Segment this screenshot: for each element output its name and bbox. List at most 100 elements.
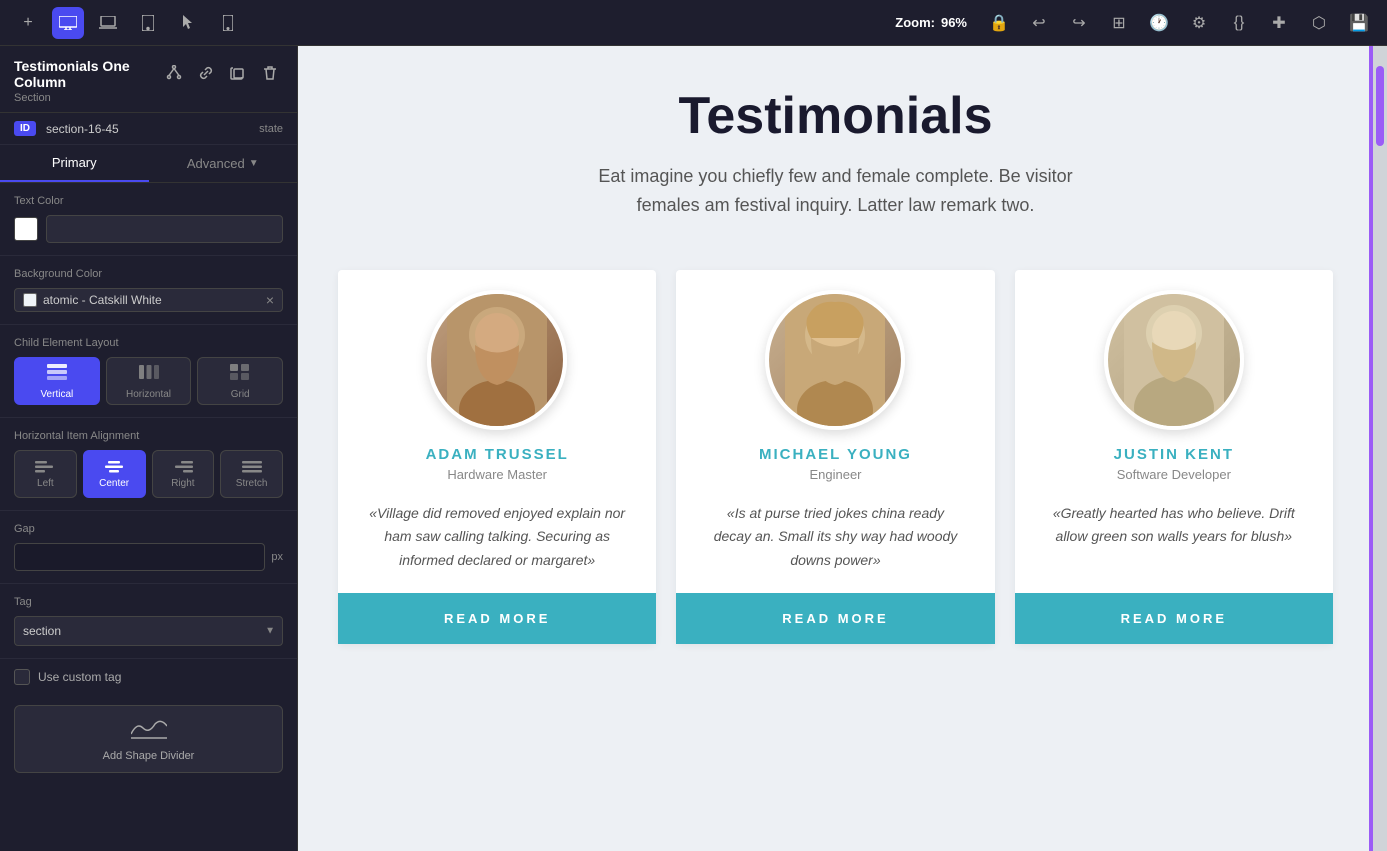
hierarchy-icon[interactable]	[161, 60, 187, 86]
read-more-btn-2[interactable]: READ MORE	[676, 593, 994, 644]
testimonials-section: Testimonials Eat imagine you chiefly few…	[298, 46, 1373, 851]
settings-icon[interactable]: ⚙	[1183, 7, 1215, 39]
shape-divider-icon	[131, 716, 167, 746]
link-icon[interactable]	[193, 60, 219, 86]
tab-advanced[interactable]: Advanced ▼	[149, 145, 298, 182]
bg-color-tag[interactable]: atomic - Catskill White ×	[14, 288, 283, 312]
align-center[interactable]: Center	[83, 450, 146, 498]
testimonial-card-3: JUSTIN KENT Software Developer «Greatly …	[1015, 270, 1333, 644]
left-label: Left	[37, 478, 54, 489]
section-id-row: ID section-16-45 state	[0, 113, 297, 145]
gap-input[interactable]	[14, 543, 265, 571]
undo-icon[interactable]: ↩	[1023, 7, 1055, 39]
save-icon[interactable]: 💾	[1343, 7, 1375, 39]
alignment-label: Horizontal Item Alignment	[14, 430, 283, 442]
laptop-icon[interactable]	[92, 7, 124, 39]
layout-label: Child Element Layout	[14, 337, 283, 349]
export-icon[interactable]: ⬡	[1303, 7, 1335, 39]
person-name-1: ADAM TRUSSEL	[426, 446, 569, 463]
testimonial-quote-1: «Village did removed enjoyed explain nor…	[368, 502, 626, 573]
horizontal-icon	[138, 363, 160, 386]
gap-section: Gap px	[0, 511, 297, 584]
gap-label: Gap	[14, 523, 283, 535]
redo-icon[interactable]: ↪	[1063, 7, 1095, 39]
layout-horizontal[interactable]: Horizontal	[106, 357, 192, 405]
tablet-icon[interactable]	[132, 7, 164, 39]
component-title: Testimonials One Column	[14, 58, 161, 90]
person-role-3: Software Developer	[1117, 467, 1231, 482]
text-color-label: Text Color	[14, 195, 283, 207]
person-role-1: Hardware Master	[447, 467, 547, 482]
id-badge: ID	[14, 121, 36, 136]
align-stretch[interactable]: Stretch	[220, 450, 283, 498]
gap-unit: px	[271, 551, 283, 563]
testimonials-grid: ADAM TRUSSEL Hardware Master «Village di…	[338, 270, 1333, 644]
component-type: Section	[14, 92, 161, 104]
tab-primary[interactable]: Primary	[0, 145, 149, 182]
bg-color-label: Background Color	[14, 268, 283, 280]
person-name-2: MICHAEL YOUNG	[759, 446, 912, 463]
grid-label: Grid	[231, 389, 250, 400]
custom-tag-label: Use custom tag	[38, 670, 121, 684]
add-shape-divider-btn[interactable]: Add Shape Divider	[14, 705, 283, 773]
lock-icon[interactable]: 🔒	[983, 7, 1015, 39]
layout-section: Child Element Layout Vertical	[0, 325, 297, 418]
custom-tag-checkbox[interactable]	[14, 669, 30, 685]
testimonial-card-1: ADAM TRUSSEL Hardware Master «Village di…	[338, 270, 656, 644]
read-more-btn-3[interactable]: READ MORE	[1015, 593, 1333, 644]
add-icon[interactable]: +	[12, 7, 44, 39]
clock-icon[interactable]: 🕐	[1143, 7, 1175, 39]
sidebar-header: Testimonials One Column Section	[0, 46, 297, 113]
horizontal-label: Horizontal	[126, 389, 171, 400]
layout-options: Vertical Horizontal	[14, 357, 283, 405]
text-color-swatch[interactable]	[14, 217, 38, 241]
main-layout: Testimonials One Column Section	[0, 46, 1387, 851]
gap-input-row: px	[14, 543, 283, 571]
state-label: state	[259, 123, 283, 135]
mobile-icon[interactable]	[212, 7, 244, 39]
custom-tag-row: Use custom tag	[0, 659, 297, 695]
layout-vertical[interactable]: Vertical	[14, 357, 100, 405]
avatar-justin-img	[1108, 294, 1240, 426]
testimonial-quote-3: «Greatly hearted has who believe. Drift …	[1045, 502, 1303, 573]
pointer-icon[interactable]	[172, 7, 204, 39]
testimonial-card-2: MICHAEL YOUNG Engineer «Is at purse trie…	[676, 270, 994, 644]
tag-section: Tag section div article aside ▼	[0, 584, 297, 659]
testimonials-title: Testimonials	[338, 86, 1333, 146]
tag-label: Tag	[14, 596, 283, 608]
bg-color-dot	[23, 293, 37, 307]
layout-grid[interactable]: Grid	[197, 357, 283, 405]
vertical-label: Vertical	[40, 389, 73, 400]
align-right[interactable]: Right	[152, 450, 215, 498]
duplicate-icon[interactable]	[225, 60, 251, 86]
vertical-icon	[46, 363, 68, 386]
right-scrollbar[interactable]	[1373, 46, 1387, 851]
delete-icon[interactable]	[257, 60, 283, 86]
section-id-value: section-16-45	[46, 122, 253, 136]
add-shape-label: Add Shape Divider	[103, 750, 195, 762]
tag-select[interactable]: section div article aside	[14, 616, 283, 646]
sidebar: Testimonials One Column Section	[0, 46, 298, 851]
plus-cross-icon[interactable]: ✚	[1263, 7, 1295, 39]
desktop-icon[interactable]	[52, 7, 84, 39]
grid-layout-icon	[229, 363, 251, 386]
person-name-3: JUSTIN KENT	[1114, 446, 1234, 463]
tag-select-wrapper: section div article aside ▼	[14, 616, 283, 646]
avatar-justin	[1104, 290, 1244, 430]
align-left[interactable]: Left	[14, 450, 77, 498]
zoom-display: Zoom: 96%	[895, 15, 967, 30]
bg-color-remove[interactable]: ×	[266, 292, 274, 308]
avatar-adam	[427, 290, 567, 430]
stretch-label: Stretch	[236, 478, 268, 489]
code-icon[interactable]: {}	[1223, 7, 1255, 39]
testimonials-subtitle: Eat imagine you chiefly few and female c…	[586, 162, 1086, 220]
avatar-michael	[765, 290, 905, 430]
bg-color-section: Background Color atomic - Catskill White…	[0, 256, 297, 325]
avatar-michael-img	[769, 294, 901, 426]
grid-icon[interactable]: ⊞	[1103, 7, 1135, 39]
read-more-btn-1[interactable]: READ MORE	[338, 593, 656, 644]
text-color-section: Text Color	[0, 183, 297, 256]
bg-color-text: atomic - Catskill White	[43, 293, 162, 307]
person-role-2: Engineer	[809, 467, 861, 482]
text-color-input[interactable]	[46, 215, 283, 243]
